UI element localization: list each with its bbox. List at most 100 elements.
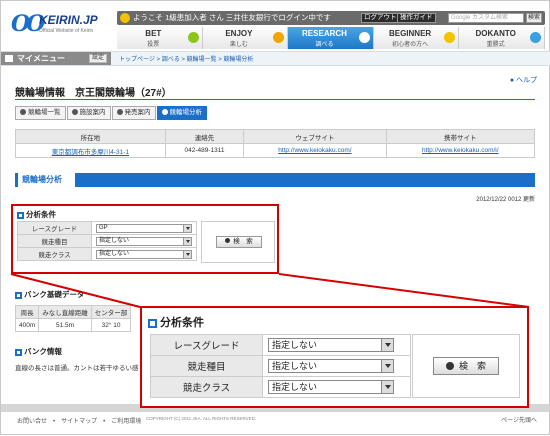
menu-bar: マイメニュー 設定 トップページ > 調べる > 競輪場一覧 > 競輪場分析 xyxy=(1,51,550,66)
enjoy-icon xyxy=(273,32,285,43)
welcome-text: ようこそ 1級患加入者 さん 三井住友銀行でログイン中です xyxy=(133,13,331,22)
panel-title: 分析条件 xyxy=(17,209,56,220)
bullet-icon xyxy=(161,109,168,115)
nav-tab-title: BET xyxy=(145,29,162,38)
select-value: 指定しない xyxy=(99,250,130,257)
my-menu-label: マイメニュー xyxy=(17,54,65,63)
nav-tab-title: ENJOY xyxy=(225,29,253,38)
heading-text: バンク基礎データ xyxy=(24,290,85,299)
race-class-select[interactable]: 指定しない xyxy=(96,249,192,259)
page-title: 競輪場情報 京王閣競輪場（27#） xyxy=(15,88,172,99)
tab-label: 施設案内 xyxy=(79,109,106,116)
column-header: 携帯サイト xyxy=(385,129,535,144)
tab-label: 競輪場分析 xyxy=(169,109,203,116)
copyright: COPYRIGHT (C) 2011 JKA. ALL RIGHTS RESER… xyxy=(146,416,257,421)
analysis-conditions-panel: 分析条件 レースグレード GP 競走種目 指定しない 競走クラス 指定しない 検… xyxy=(11,204,279,274)
title-divider xyxy=(15,99,535,100)
bullet-icon xyxy=(225,238,231,243)
chevron-down-icon xyxy=(183,250,191,258)
column-header: 所在地 xyxy=(15,129,166,144)
nav-tab-title: BEGINNER xyxy=(388,29,432,38)
nav-tab-title: DOKANTO xyxy=(475,29,516,38)
keirin-logo[interactable]: OO KEIRIN.JP Official Website of Keirin xyxy=(7,7,115,47)
search-button-cell: 検 索 xyxy=(201,221,275,263)
sub-tabs: 競輪場一覧 施設案内 発売案内 競輪場分析 xyxy=(15,106,208,120)
panel-title-text: 分析条件 xyxy=(26,210,56,219)
select-value: 指定しない xyxy=(272,361,318,371)
column-header: 周長 xyxy=(14,305,40,319)
race-grade-select[interactable]: 指定しない xyxy=(268,338,394,352)
footer-links[interactable]: お問い合せ • サイトマップ • ご利用環境 xyxy=(17,416,141,425)
bullet-icon xyxy=(20,109,26,115)
race-grade-select[interactable]: GP xyxy=(96,223,192,233)
tab-facility[interactable]: 施設案内 xyxy=(66,106,111,120)
table-cell: 32° 10 xyxy=(90,318,132,332)
help-link[interactable]: ● ヘルプ xyxy=(510,75,537,85)
breadcrumb[interactable]: トップページ > 調べる > 競輪場一覧 > 競輪場分析 xyxy=(119,54,253,63)
analysis-search-button[interactable]: 検 索 xyxy=(216,236,262,248)
square-bullet-icon xyxy=(148,318,157,328)
column-header: ウェブサイト xyxy=(243,129,387,144)
panel-title: 分析条件 xyxy=(148,314,204,330)
updated-timestamp: 2012/12/22 0012 更新 xyxy=(476,197,535,203)
race-class-select[interactable]: 指定しない xyxy=(268,380,394,394)
nav-tab-enjoy[interactable]: ENJOY 楽しむ xyxy=(202,27,289,49)
guide-button[interactable]: 操作ガイド xyxy=(397,13,436,23)
dokanto-icon xyxy=(529,32,541,43)
nav-tab-research[interactable]: RESEARCH 調べる xyxy=(288,27,374,49)
chevron-down-icon xyxy=(381,381,393,393)
search-input[interactable]: Google カスタム検索 xyxy=(448,13,524,23)
bullet-icon xyxy=(445,362,454,370)
website-link[interactable]: http://www.keiokaku.com/ xyxy=(278,147,351,154)
bank-data-heading: バンク基礎データ xyxy=(15,289,84,300)
race-type-select[interactable]: 指定しない xyxy=(268,359,394,373)
race-type-select[interactable]: 指定しない xyxy=(96,236,192,246)
nav-tab-subtitle: 初心者の方へ xyxy=(392,42,429,48)
bullet-icon xyxy=(71,109,78,115)
logo-subtitle: Official Website of Keirin xyxy=(39,28,94,34)
bank-data-table: 周長 みなし直線距離 センター部 400m 51.5m 32° 10 xyxy=(14,305,132,332)
analysis-search-button[interactable]: 検 索 xyxy=(433,357,499,375)
phone-number: 042-489-1311 xyxy=(164,143,245,158)
search-button-cell: 検 索 xyxy=(412,334,520,398)
nav-tab-dokanto[interactable]: DOKANTO 重勝式 xyxy=(459,27,545,49)
field-label: 競走クラス xyxy=(17,247,92,261)
select-value: 指定しない xyxy=(99,237,130,244)
page-top-link[interactable]: ページ先頭へ xyxy=(501,415,537,424)
select-value: 指定しない xyxy=(272,340,318,350)
table-row: 400m 51.5m 32° 10 xyxy=(14,318,132,332)
bank-info-heading: バンク情報 xyxy=(15,346,62,357)
tab-analysis[interactable]: 競輪場分析 xyxy=(156,106,207,120)
settings-button[interactable]: 設定 xyxy=(89,54,107,63)
field-label: 競走種目 xyxy=(17,234,92,248)
mobile-site-link[interactable]: http://www.keiokaku.com/i/ xyxy=(422,147,499,154)
square-bullet-icon xyxy=(17,211,24,219)
logout-button[interactable]: ログアウト xyxy=(361,13,400,23)
address-link[interactable]: 東京都調布市多摩川4-31-1 xyxy=(52,149,129,156)
chevron-down-icon xyxy=(381,360,393,372)
tab-sales[interactable]: 発売案内 xyxy=(111,106,156,120)
nav-tab-subtitle: 投票 xyxy=(147,42,160,48)
conditions-table: レースグレード GP 競走種目 指定しない 競走クラス 指定しない xyxy=(17,221,197,261)
nav-tab-beginner[interactable]: BEGINNER 初心者の方へ xyxy=(373,27,460,49)
table-cell: 400m xyxy=(14,318,40,332)
field-label: レースグレード xyxy=(17,221,92,235)
main-nav: BET 投票 ENJOY 楽しむ RESEARCH 調べる BEGINNER 初… xyxy=(117,27,545,49)
heading-text: バンク情報 xyxy=(24,347,62,356)
nav-tab-subtitle: 楽しむ xyxy=(229,42,248,48)
track-info-table: 所在地 連絡先 ウェブサイト 携帯サイト 東京都調布市多摩川4-31-1 042… xyxy=(15,129,535,158)
tab-track-list[interactable]: 競輪場一覧 xyxy=(15,106,66,120)
search-button[interactable]: 検索 xyxy=(526,13,542,23)
logo-mark-icon: OO xyxy=(11,11,45,37)
nav-tab-bet[interactable]: BET 投票 xyxy=(117,27,203,49)
bullet-icon xyxy=(116,109,123,115)
my-menu[interactable]: マイメニュー 設定 xyxy=(1,52,111,65)
button-label: 検 索 xyxy=(233,238,253,245)
smile-icon xyxy=(120,13,130,23)
panel-title-text: 分析条件 xyxy=(160,317,204,329)
section-title: 競輪場分析 xyxy=(15,173,75,187)
field-label: 競走種目 xyxy=(150,355,263,377)
table-row: 東京都調布市多摩川4-31-1 042-489-1311 http://www.… xyxy=(15,143,535,158)
square-bullet-icon xyxy=(15,348,22,356)
column-header: みなし直線距離 xyxy=(38,305,92,319)
